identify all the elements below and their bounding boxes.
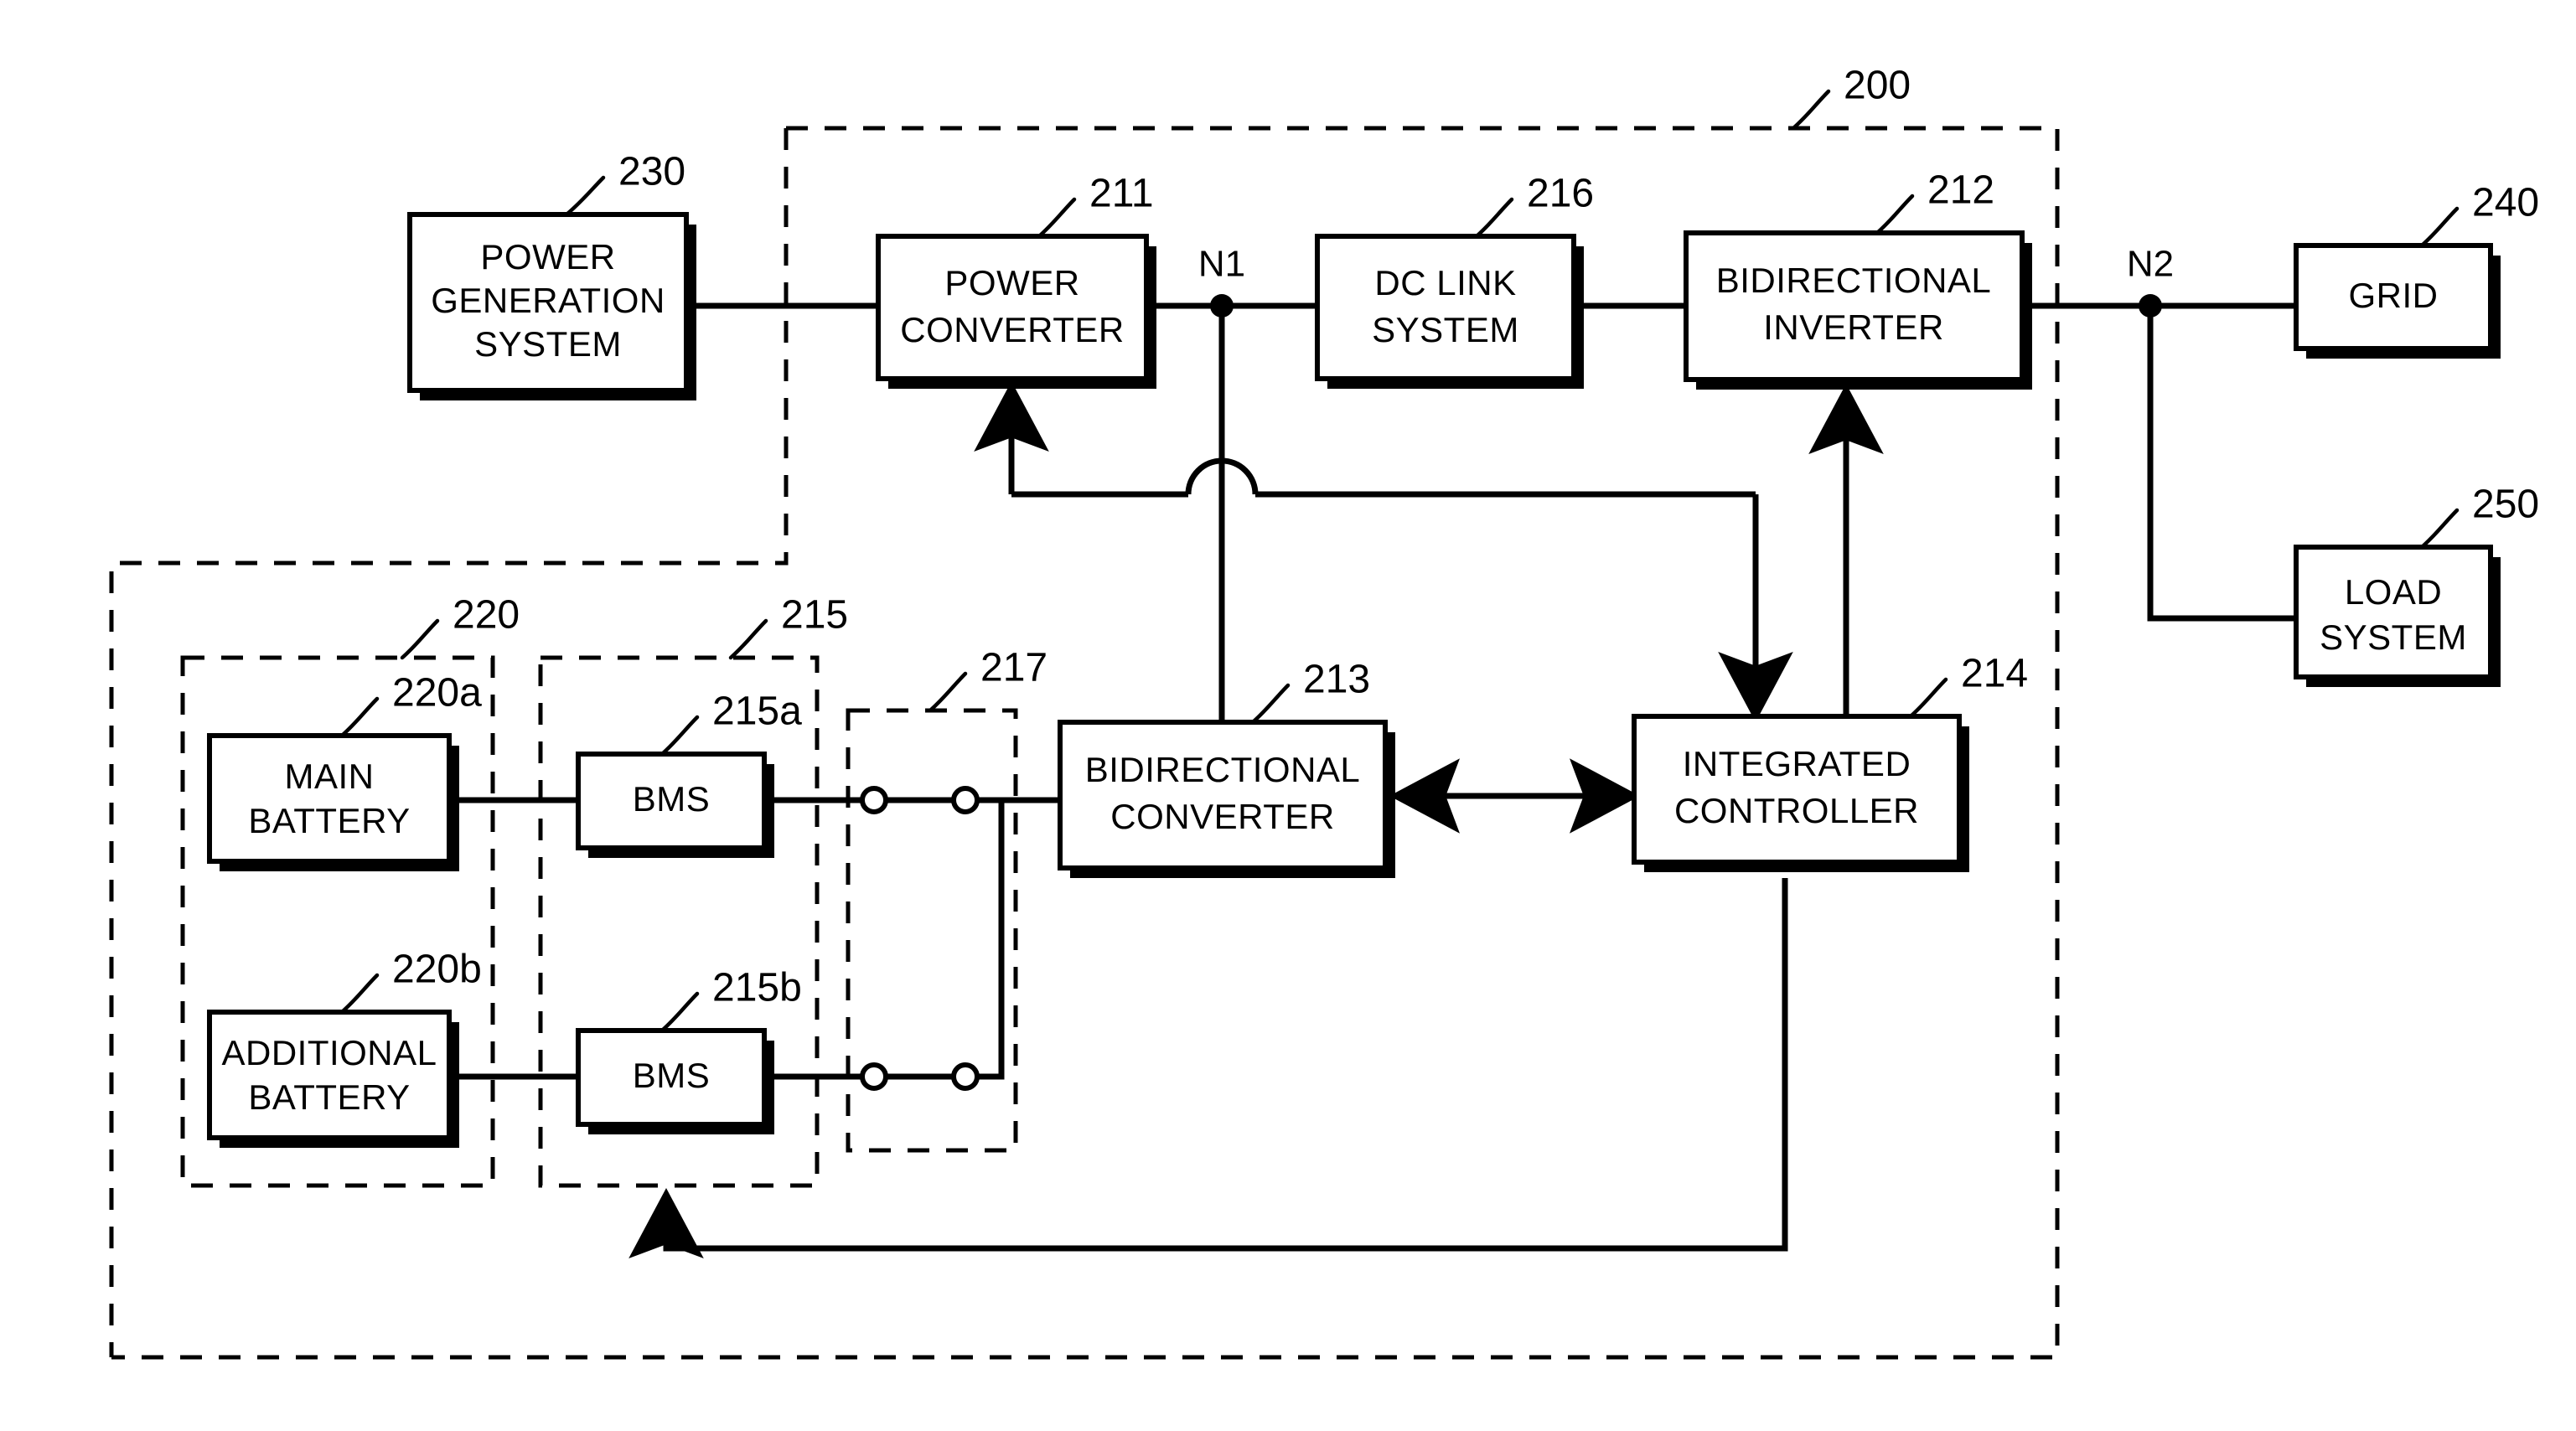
block-label-line2: SYSTEM xyxy=(1372,310,1519,349)
block-load-system[interactable]: LOAD SYSTEM xyxy=(2294,545,2501,687)
block-label-line1: MAIN xyxy=(285,757,375,796)
block-label-line2: INVERTER xyxy=(1763,307,1944,347)
ref-number-215: 215 xyxy=(781,593,848,638)
ref-number-220b: 220b xyxy=(392,948,482,992)
ref-leader-220: 220 xyxy=(400,593,520,660)
block-label-line3: SYSTEM xyxy=(474,324,622,364)
block-bms-additional[interactable]: BMS xyxy=(576,1028,774,1134)
switch-contact-main-left[interactable] xyxy=(860,786,888,814)
ref-number-240: 240 xyxy=(2472,181,2539,225)
block-label-line1: INTEGRATED xyxy=(1683,744,1911,783)
ref-leader-220a: 220a xyxy=(339,671,482,738)
ref-leader-214: 214 xyxy=(1908,652,2028,719)
ref-leader-215b: 215b xyxy=(660,966,802,1033)
block-grid[interactable]: GRID xyxy=(2294,243,2501,359)
node-label-n1: N1 xyxy=(1198,244,1245,285)
block-label-line1: BIDIRECTIONAL xyxy=(1716,261,1992,300)
ref-number-212: 212 xyxy=(1927,168,1994,213)
ref-number-200: 200 xyxy=(1844,64,1911,108)
block-label-line2: BATTERY xyxy=(248,801,410,840)
block-label-line2: SYSTEM xyxy=(2320,617,2467,657)
block-integrated-controller[interactable]: INTEGRATED CONTROLLER xyxy=(1632,714,1969,872)
ref-number-216: 216 xyxy=(1527,172,1594,216)
block-diagram-canvas: POWER GENERATION SYSTEM 230 POWER CONVER… xyxy=(109,64,2539,1360)
block-main-battery[interactable]: MAIN BATTERY xyxy=(207,733,459,871)
block-dc-link-system[interactable]: DC LINK SYSTEM xyxy=(1315,234,1584,389)
block-label-line1: POWER xyxy=(480,237,615,276)
switch-contact-additional-right[interactable] xyxy=(951,1062,980,1091)
block-label-line1: BIDIRECTIONAL xyxy=(1085,750,1361,789)
block-label-line2: CONVERTER xyxy=(1110,797,1334,836)
block-label-line1: BMS xyxy=(633,779,711,819)
ref-number-220: 220 xyxy=(453,593,520,638)
block-label-line2: GENERATION xyxy=(431,281,665,320)
block-label-line1: POWER xyxy=(944,263,1079,302)
wire-controller-feedback-to-bms xyxy=(628,878,1788,1258)
ref-leader-250: 250 xyxy=(2419,483,2539,550)
block-power-generation-system[interactable]: POWER GENERATION SYSTEM xyxy=(407,212,696,400)
ref-number-213: 213 xyxy=(1303,658,1370,702)
patent-figure: POWER GENERATION SYSTEM 230 POWER CONVER… xyxy=(0,0,2576,1431)
block-label-line1: DC LINK xyxy=(1374,263,1516,302)
block-label-line2: BATTERY xyxy=(248,1077,410,1117)
block-label-line2: CONTROLLER xyxy=(1674,791,1919,830)
block-bidirectional-converter[interactable]: BIDIRECTIONAL CONVERTER xyxy=(1058,720,1395,878)
ref-leader-220b: 220b xyxy=(339,948,482,1015)
ref-leader-216: 216 xyxy=(1474,172,1594,239)
node-label-n2: N2 xyxy=(2127,244,2174,285)
ref-number-215a: 215a xyxy=(712,690,802,734)
ref-leader-212: 212 xyxy=(1875,168,1994,235)
ref-leader-215: 215 xyxy=(728,593,848,660)
block-label-line1: ADDITIONAL xyxy=(221,1033,437,1072)
block-label-line1: BMS xyxy=(633,1056,711,1095)
switch-contact-additional-left[interactable] xyxy=(860,1062,888,1091)
block-bms-main[interactable]: BMS xyxy=(576,752,774,858)
ref-leader-215a: 215a xyxy=(660,690,802,757)
ref-leader-211: 211 xyxy=(1037,172,1154,239)
ref-leader-213: 213 xyxy=(1250,658,1370,725)
ref-leader-217: 217 xyxy=(928,646,1047,713)
ref-leader-230: 230 xyxy=(564,150,685,217)
wire-n2-to-load-system xyxy=(2147,306,2296,622)
block-label-line1: GRID xyxy=(2349,276,2439,315)
ref-number-211: 211 xyxy=(1089,172,1154,216)
ref-leader-200: 200 xyxy=(1791,64,1911,131)
wire-bms-additional-to-converter xyxy=(764,800,1005,1080)
ref-number-214: 214 xyxy=(1961,652,2028,696)
ref-number-220a: 220a xyxy=(392,671,482,716)
switch-contact-main-right[interactable] xyxy=(951,786,980,814)
block-label-line1: LOAD xyxy=(2345,572,2442,612)
block-additional-battery[interactable]: ADDITIONAL BATTERY xyxy=(207,1010,459,1148)
block-power-converter[interactable]: POWER CONVERTER xyxy=(876,234,1156,389)
ref-number-215b: 215b xyxy=(712,966,802,1010)
ref-leader-240: 240 xyxy=(2419,181,2539,248)
block-label-line2: CONVERTER xyxy=(900,310,1124,349)
ref-number-230: 230 xyxy=(618,150,685,194)
ref-number-217: 217 xyxy=(980,646,1047,690)
block-bidirectional-inverter[interactable]: BIDIRECTIONAL INVERTER xyxy=(1684,230,2032,390)
ref-number-250: 250 xyxy=(2472,483,2539,527)
